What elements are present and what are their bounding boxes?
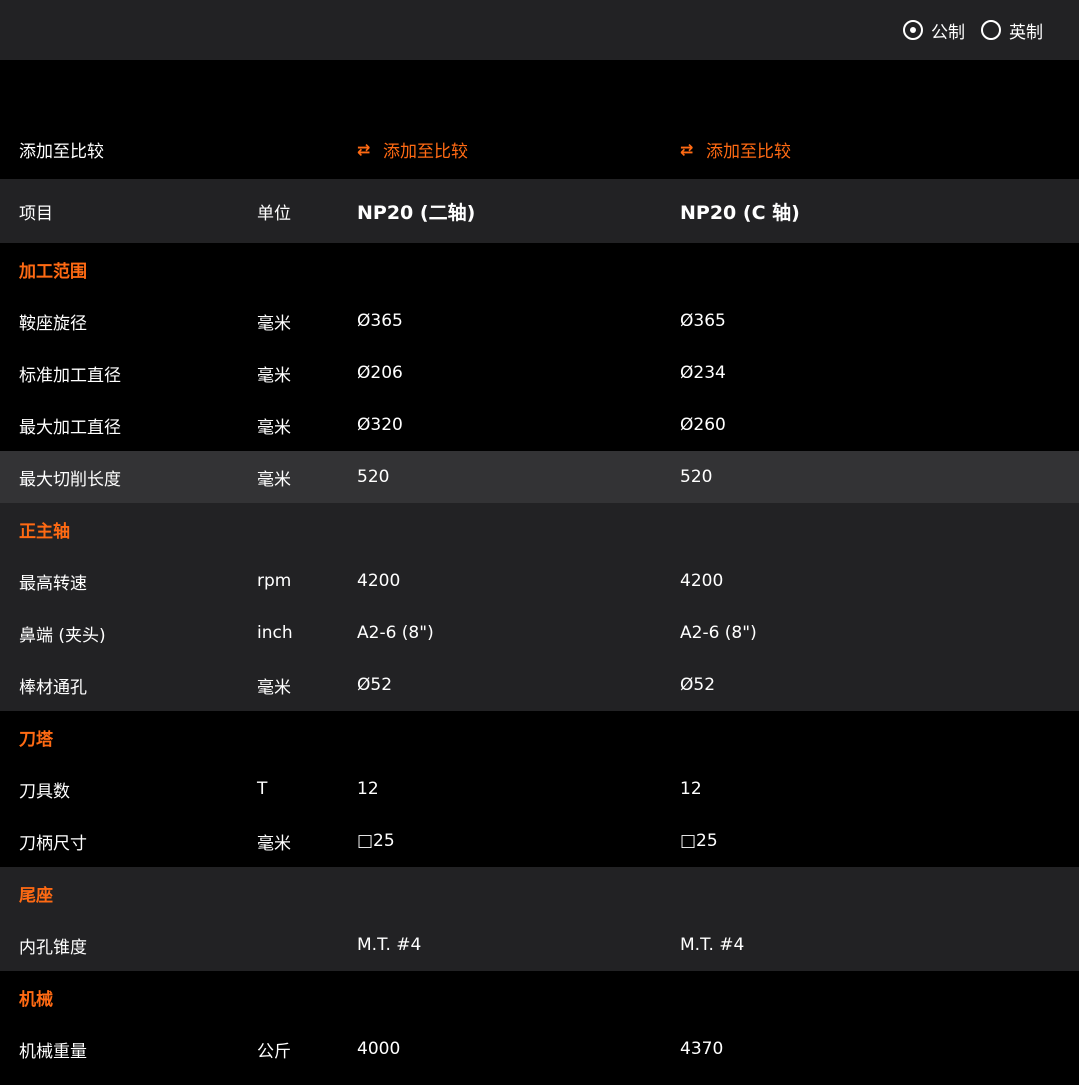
table-row: 最大加工直径 毫米 Ø320 Ø260 [0, 399, 1079, 451]
table-row: 刀具数 T 12 12 [0, 763, 1079, 815]
row-label: 刀柄尺寸 [19, 833, 87, 854]
section-title: 尾座 [19, 885, 53, 906]
row-value-1: □25 [357, 831, 395, 851]
row-value-2: Ø260 [680, 415, 726, 435]
table-row: 鼻端 (夹头) inch A2-6 (8") A2-6 (8") [0, 607, 1079, 659]
row-value-2: M.T. #4 [680, 935, 745, 955]
row-value-1: A2-6 (8") [357, 623, 434, 643]
imperial-option[interactable]: 英制 [981, 18, 1043, 43]
row-unit: 毫米 [257, 417, 291, 438]
table-row: 标准加工直径 毫米 Ø206 Ø234 [0, 347, 1079, 399]
section-title-row: 机械 [0, 971, 1079, 1023]
compare-row: 添加至比较 ⇄ 添加至比较 ⇄ 添加至比较 [0, 120, 1079, 179]
imperial-label: 英制 [1009, 22, 1043, 43]
table-row: 内孔锥度 M.T. #4 M.T. #4 [0, 919, 1079, 971]
add-to-compare-label: 添加至比较 [706, 142, 791, 162]
table-row-highlighted: 最大切削长度 毫米 520 520 [0, 451, 1079, 503]
table-row: 棒材通孔 毫米 Ø52 Ø52 [0, 659, 1079, 711]
table-row: 刀柄尺寸 毫米 □25 □25 [0, 815, 1079, 867]
row-label: 最大切削长度 [19, 469, 121, 490]
row-value-2: Ø52 [680, 675, 716, 695]
row-value-1: Ø365 [357, 311, 403, 331]
row-label: 最大加工直径 [19, 417, 121, 438]
row-value-1: 4200 [357, 571, 401, 591]
metric-label: 公制 [931, 22, 965, 43]
row-unit: 毫米 [257, 833, 291, 854]
row-unit: rpm [257, 571, 292, 591]
imperial-radio[interactable] [981, 20, 1001, 40]
table-row: 机械重量 公斤 4000 4370 [0, 1023, 1079, 1075]
section-title-row: 刀塔 [0, 711, 1079, 763]
add-to-compare-label: 添加至比较 [383, 142, 468, 162]
row-label: 鼻端 (夹头) [19, 625, 106, 646]
add-to-compare-button-2[interactable]: ⇄ 添加至比较 [680, 137, 1079, 162]
section-title: 加工范围 [19, 261, 87, 282]
section-title: 机械 [19, 989, 53, 1010]
row-label: 内孔锥度 [19, 937, 87, 958]
header-item: 项目 [19, 203, 53, 224]
row-value-1: 4000 [357, 1039, 401, 1059]
metric-radio[interactable] [903, 20, 923, 40]
row-value-1: Ø52 [357, 675, 393, 695]
section-title-row: 尾座 [0, 867, 1079, 919]
row-value-2: 4370 [680, 1039, 724, 1059]
row-unit: inch [257, 623, 293, 643]
row-value-2: Ø365 [680, 311, 726, 331]
row-label: 刀具数 [19, 781, 70, 802]
metric-option[interactable]: 公制 [903, 18, 965, 43]
table-header: 项目 单位 NP20 (二轴) NP20 (C 轴) [0, 179, 1079, 243]
compare-row-label: 添加至比较 [19, 142, 104, 162]
header-unit: 单位 [257, 203, 291, 224]
row-value-2: □25 [680, 831, 718, 851]
section-title-row: 正主轴 [0, 503, 1079, 555]
swap-arrows-icon: ⇄ [357, 139, 371, 159]
row-label: 最高转速 [19, 573, 87, 594]
row-value-1: Ø320 [357, 415, 403, 435]
row-value-1: 520 [357, 467, 390, 487]
row-unit: 毫米 [257, 677, 291, 698]
add-to-compare-button-1[interactable]: ⇄ 添加至比较 [357, 137, 680, 162]
row-label: 棒材通孔 [19, 677, 87, 698]
section-title: 刀塔 [19, 729, 53, 750]
row-value-2: Ø234 [680, 363, 726, 383]
row-value-2: 4200 [680, 571, 724, 591]
header-model-2: NP20 (C 轴) [680, 201, 800, 224]
row-label: 鞍座旋径 [19, 313, 87, 334]
row-value-1: 12 [357, 779, 379, 799]
unit-toggle-bar: 公制 英制 [0, 0, 1079, 60]
row-value-2: 520 [680, 467, 713, 487]
row-unit: 毫米 [257, 313, 291, 334]
row-value-2: A2-6 (8") [680, 623, 757, 643]
row-unit: T [257, 779, 268, 799]
section-title: 正主轴 [19, 521, 70, 542]
row-label: 机械重量 [19, 1041, 87, 1062]
swap-arrows-icon: ⇄ [680, 139, 694, 159]
table-row: 鞍座旋径 毫米 Ø365 Ø365 [0, 295, 1079, 347]
row-value-1: Ø206 [357, 363, 403, 383]
row-unit: 毫米 [257, 469, 291, 490]
row-unit: 毫米 [257, 365, 291, 386]
header-model-1: NP20 (二轴) [357, 201, 476, 224]
table-row: 最高转速 rpm 4200 4200 [0, 555, 1079, 607]
row-label: 标准加工直径 [19, 365, 121, 386]
row-value-2: 12 [680, 779, 702, 799]
row-unit: 公斤 [257, 1041, 291, 1062]
section-title-row: 加工范围 [0, 243, 1079, 295]
row-value-1: M.T. #4 [357, 935, 422, 955]
